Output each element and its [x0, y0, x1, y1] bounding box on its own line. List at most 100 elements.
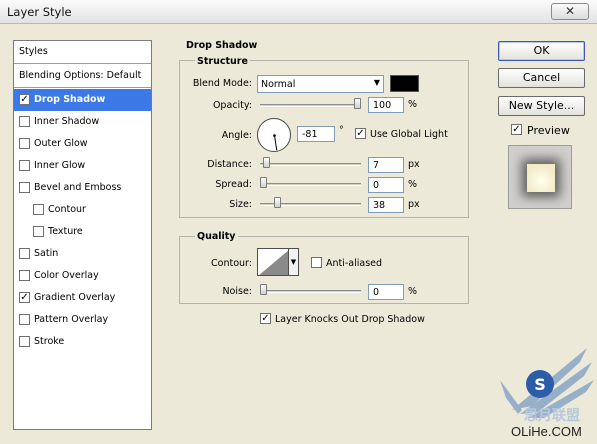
opacity-slider-thumb[interactable] [354, 98, 361, 109]
spread-slider-thumb[interactable] [260, 177, 267, 188]
style-item-checkbox[interactable] [19, 336, 30, 347]
preview-checkbox[interactable]: ✓ [511, 124, 522, 135]
contour-curve-icon [259, 250, 288, 275]
preview-label: Preview [527, 124, 570, 137]
distance-slider-thumb[interactable] [262, 157, 270, 168]
angle-input[interactable]: -81 [297, 126, 335, 142]
size-input[interactable]: 38 [368, 197, 404, 213]
blend-mode-label: Blend Mode: [192, 78, 252, 89]
noise-slider-track[interactable] [260, 290, 361, 293]
angle-dial[interactable] [257, 118, 291, 152]
angle-needle-icon [273, 134, 278, 151]
style-item-checkbox[interactable] [19, 314, 30, 325]
title-bar: Layer Style ✕ [0, 0, 597, 24]
style-item[interactable]: Color Overlay [14, 265, 151, 287]
style-item[interactable]: ✓ Gradient Overlay [14, 287, 151, 309]
structure-title: Structure [195, 56, 250, 67]
style-item-label: Drop Shadow [34, 94, 106, 105]
style-item[interactable]: Inner Glow [14, 155, 151, 177]
distance-slider-track[interactable] [260, 163, 361, 166]
style-item[interactable]: Inner Shadow [14, 111, 151, 133]
spread-unit: % [408, 179, 418, 190]
quality-title: Quality [195, 231, 238, 242]
style-item-checkbox[interactable] [19, 116, 30, 127]
style-item[interactable]: Pattern Overlay [14, 309, 151, 331]
opacity-slider-track[interactable] [260, 104, 361, 107]
spread-label: Spread: [215, 179, 252, 190]
drop-shadow-title: Drop Shadow [186, 40, 258, 51]
style-item[interactable]: Bevel and Emboss [14, 177, 151, 199]
opacity-input[interactable]: 100 [368, 97, 404, 113]
spread-input[interactable]: 0 [368, 177, 404, 193]
style-item-label: Color Overlay [34, 270, 99, 281]
style-preview-thumbnail [508, 145, 572, 209]
style-item-label: Outer Glow [34, 138, 88, 149]
size-label: Size: [229, 199, 252, 210]
style-item[interactable]: Satin [14, 243, 151, 265]
use-global-light-checkbox[interactable]: ✓ [355, 128, 366, 139]
style-item[interactable]: Texture [14, 221, 151, 243]
anti-aliased-checkbox[interactable] [311, 257, 322, 268]
style-item[interactable]: ✓ Drop Shadow [14, 89, 151, 111]
watermark-text: OLiHe.COM [511, 424, 582, 439]
style-item-label: Bevel and Emboss [34, 182, 122, 193]
anti-aliased-label: Anti-aliased [326, 258, 383, 269]
ok-button[interactable]: OK [498, 41, 585, 61]
angle-unit: ° [339, 125, 344, 136]
style-item-label: Stroke [34, 336, 65, 347]
noise-label: Noise: [222, 286, 252, 297]
spread-slider-track[interactable] [260, 183, 361, 186]
size-unit: px [408, 199, 420, 210]
shadow-color-swatch[interactable] [390, 75, 419, 92]
style-item-checkbox[interactable] [33, 226, 44, 237]
style-item-checkbox[interactable]: ✓ [19, 94, 30, 105]
style-item-checkbox[interactable] [19, 160, 30, 171]
style-item-checkbox[interactable] [19, 270, 30, 281]
styles-header[interactable]: Styles [14, 41, 151, 64]
style-item-checkbox[interactable] [19, 138, 30, 149]
noise-input[interactable]: 0 [368, 284, 404, 300]
style-item-label: Inner Glow [34, 160, 86, 171]
distance-unit: px [408, 159, 420, 170]
opacity-unit: % [408, 99, 418, 110]
preview-swatch [527, 164, 555, 192]
style-item-checkbox[interactable] [19, 182, 30, 193]
blend-mode-select[interactable]: Normal ▼ [257, 75, 384, 93]
window-title: Layer Style [7, 5, 72, 19]
style-item[interactable]: Stroke [14, 331, 151, 353]
knocks-out-checkbox[interactable]: ✓ [260, 313, 271, 324]
new-style-button[interactable]: New Style... [498, 96, 585, 116]
style-item-label: Satin [34, 248, 59, 259]
style-item-label: Inner Shadow [34, 116, 100, 127]
angle-label: Angle: [221, 130, 252, 141]
watermark-emblem-caption: 思月联盟 [524, 408, 580, 424]
contour-dropdown-button[interactable]: ▼ [289, 248, 299, 276]
noise-slider-thumb[interactable] [260, 284, 267, 295]
contour-preview[interactable] [257, 248, 289, 276]
layer-style-dialog: Layer Style ✕ Styles Blending Options: D… [0, 0, 597, 444]
noise-unit: % [408, 286, 418, 297]
opacity-label: Opacity: [212, 100, 252, 111]
cancel-button[interactable]: Cancel [498, 68, 585, 88]
blend-mode-value: Normal [261, 79, 296, 90]
close-button[interactable]: ✕ [551, 3, 589, 20]
style-item-checkbox[interactable] [33, 204, 44, 215]
style-item[interactable]: Outer Glow [14, 133, 151, 155]
style-item-label: Gradient Overlay [34, 292, 116, 303]
chevron-down-icon: ▼ [373, 78, 380, 87]
style-item-label: Texture [48, 226, 83, 237]
style-item-label: Contour [48, 204, 86, 215]
contour-label: Contour: [211, 258, 252, 269]
distance-input[interactable]: 7 [368, 157, 404, 173]
style-item-checkbox[interactable] [19, 248, 30, 259]
style-item[interactable]: Contour [14, 199, 151, 221]
blending-options-item[interactable]: Blending Options: Default [14, 64, 151, 88]
use-global-light-label: Use Global Light [370, 129, 448, 140]
size-slider-thumb[interactable] [274, 197, 282, 208]
styles-list-panel: Styles Blending Options: Default ✓ Drop S… [13, 40, 152, 430]
style-item-label: Pattern Overlay [34, 314, 109, 325]
distance-label: Distance: [207, 159, 252, 170]
knocks-out-label: Layer Knocks Out Drop Shadow [275, 314, 425, 325]
watermark-emblem-letter: S [534, 375, 546, 394]
style-item-checkbox[interactable]: ✓ [19, 292, 30, 303]
